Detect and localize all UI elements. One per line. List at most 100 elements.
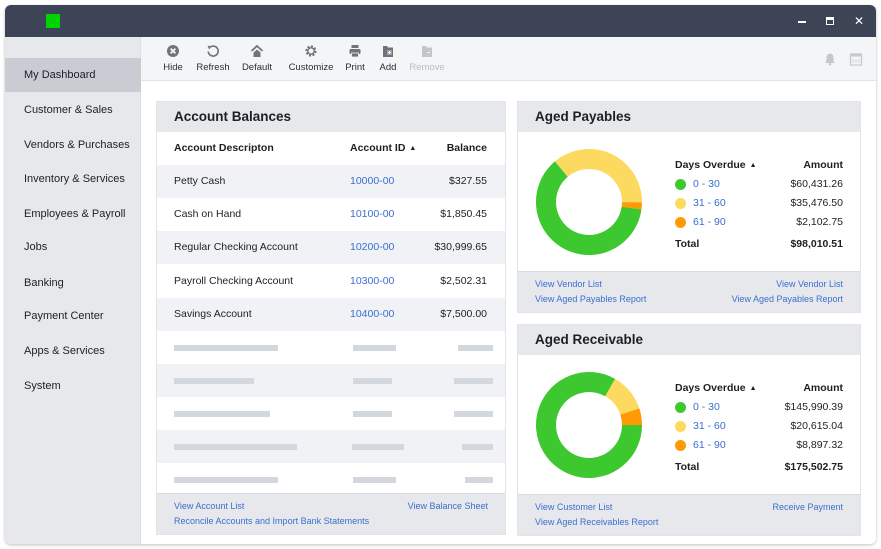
table-header-row: Account Descripton Account ID ▲ Balance [157, 132, 505, 165]
sidebar-item-system[interactable]: System [5, 369, 141, 403]
minimize-button[interactable] [793, 12, 811, 30]
print-button[interactable]: Print [343, 43, 367, 77]
sidebar-item-vendors-purchases[interactable]: Vendors & Purchases [5, 128, 141, 162]
view-vendor-list-link-right[interactable]: View Vendor List [776, 279, 843, 289]
account-balance: $1,850.45 [440, 208, 487, 220]
legend-dot-61-90 [675, 440, 686, 451]
placeholder-bar [353, 378, 392, 384]
account-id-link[interactable]: 10200-00 [350, 231, 394, 264]
aged-receivable-donut-chart [536, 372, 642, 478]
legend-item: 31 - 60 $20,615.04 [675, 417, 843, 436]
aged-receivable-title: Aged Receivable [518, 325, 860, 355]
placeholder-row [157, 364, 505, 397]
sidebar-item-apps-services[interactable]: Apps & Services [5, 334, 141, 368]
account-id-link[interactable]: 10000-00 [350, 165, 394, 198]
view-customer-list-link[interactable]: View Customer List [535, 502, 612, 512]
refresh-button[interactable]: Refresh [195, 43, 231, 77]
hide-label: Hide [163, 62, 183, 73]
reconcile-accounts-link[interactable]: Reconcile Accounts and Import Bank State… [174, 516, 369, 526]
total-label: Total [675, 461, 700, 473]
legend-dot-61-90 [675, 217, 686, 228]
bell-icon[interactable] [822, 51, 838, 67]
bucket-link-0-30[interactable]: 0 - 30 [693, 175, 720, 194]
placeholder-bar [353, 345, 396, 351]
bucket-link-61-90[interactable]: 61 - 90 [693, 436, 726, 455]
placeholder-bar [174, 411, 270, 417]
aged-payables-panel: Aged Payables Days Overdue ▲ Amount 0 - 3… [517, 101, 861, 313]
bucket-link-0-30[interactable]: 0 - 30 [693, 398, 720, 417]
sidebar-item-payment-center[interactable]: Payment Center [5, 299, 141, 333]
view-account-list-link[interactable]: View Account List [174, 501, 244, 511]
legend-dot-0-30 [675, 179, 686, 190]
legend-header: Days Overdue ▲ Amount [675, 379, 843, 398]
days-overdue-header[interactable]: Days Overdue ▲ [675, 156, 757, 175]
legend-item: 31 - 60 $35,476.50 [675, 194, 843, 213]
bucket-amount: $60,431.26 [790, 178, 843, 190]
legend-dot-0-30 [675, 402, 686, 413]
account-balances-footer: View Account List Reconcile Accounts and… [157, 493, 505, 534]
maximize-button[interactable] [821, 12, 839, 30]
legend-total: Total $175,502.75 [675, 458, 843, 477]
sidebar-item-customer-sales[interactable]: Customer & Sales [5, 93, 141, 127]
view-aged-payables-report-link[interactable]: View Aged Payables Report [535, 294, 646, 304]
amount-header: Amount [803, 159, 843, 171]
account-id-link[interactable]: 10300-00 [350, 265, 394, 298]
customize-button[interactable]: Customize [286, 43, 336, 77]
placeholder-row [157, 463, 505, 496]
aged-payables-donut-chart [536, 149, 642, 255]
customize-label: Customize [288, 62, 334, 73]
placeholder-bar [454, 378, 493, 384]
column-header-account-id[interactable]: Account ID ▲ [350, 132, 416, 165]
home-icon [250, 44, 264, 57]
dashboard-content: Account Balances Account Descripton Acco… [141, 81, 876, 544]
placeholder-bar [174, 345, 278, 351]
close-button[interactable]: ✕ [850, 12, 868, 30]
donut-slice-31-60[interactable] [554, 149, 642, 203]
aged-receivable-panel: Aged Receivable Days Overdue ▲ Amount 0 -… [517, 324, 861, 536]
account-id-link[interactable]: 10100-00 [350, 198, 394, 231]
account-balance: $2,502.31 [440, 275, 487, 287]
receive-payment-link[interactable]: Receive Payment [772, 502, 843, 512]
remove-button[interactable]: Remove [409, 43, 445, 77]
bucket-amount: $20,615.04 [790, 420, 843, 432]
legend-item: 0 - 30 $145,990.39 [675, 398, 843, 417]
sidebar-item-banking[interactable]: Banking [5, 266, 141, 300]
default-button[interactable]: Default [239, 43, 275, 77]
placeholder-bar [454, 411, 493, 417]
bucket-link-31-60[interactable]: 31 - 60 [693, 417, 726, 436]
view-vendor-list-link[interactable]: View Vendor List [535, 279, 602, 289]
bucket-link-31-60[interactable]: 31 - 60 [693, 194, 726, 213]
column-header-description[interactable]: Account Descripton [174, 132, 274, 165]
close-circle-icon [167, 45, 179, 57]
account-id-link[interactable]: 10400-00 [350, 298, 394, 331]
add-label: Add [379, 62, 397, 73]
add-button[interactable]: Add [377, 43, 399, 77]
view-balance-sheet-link[interactable]: View Balance Sheet [408, 501, 488, 511]
sidebar-item-my-dashboard[interactable]: My Dashboard [5, 58, 141, 92]
refresh-label: Refresh [196, 62, 230, 73]
sidebar-item-jobs[interactable]: Jobs [5, 230, 141, 264]
default-label: Default [241, 62, 273, 73]
account-balances-panel: Account Balances Account Descripton Acco… [156, 101, 506, 535]
folder-add-icon [383, 46, 393, 57]
legend-item: 61 - 90 $2,102.75 [675, 213, 843, 232]
calendar-icon[interactable] [848, 51, 864, 67]
sort-ascending-icon: ▲ [749, 162, 757, 169]
gear-icon [305, 45, 317, 57]
bucket-amount: $145,990.39 [784, 401, 843, 413]
hide-button[interactable]: Hide [158, 43, 188, 77]
legend-total: Total $98,010.51 [675, 235, 843, 254]
account-description: Savings Account [174, 308, 252, 320]
amount-header: Amount [803, 382, 843, 394]
sort-ascending-icon: ▲ [749, 385, 757, 392]
view-aged-receivables-report-link[interactable]: View Aged Receivables Report [535, 517, 658, 527]
sidebar-item-inventory-services[interactable]: Inventory & Services [5, 162, 141, 196]
sidebar-item-employees-payroll[interactable]: Employees & Payroll [5, 197, 141, 231]
placeholder-bar [353, 477, 396, 483]
bucket-link-61-90[interactable]: 61 - 90 [693, 213, 726, 232]
legend-item: 0 - 30 $60,431.26 [675, 175, 843, 194]
placeholder-bar [174, 444, 297, 450]
column-header-balance[interactable]: Balance [447, 132, 487, 165]
view-aged-payables-report-link-right[interactable]: View Aged Payables Report [732, 294, 843, 304]
days-overdue-header[interactable]: Days Overdue ▲ [675, 379, 757, 398]
